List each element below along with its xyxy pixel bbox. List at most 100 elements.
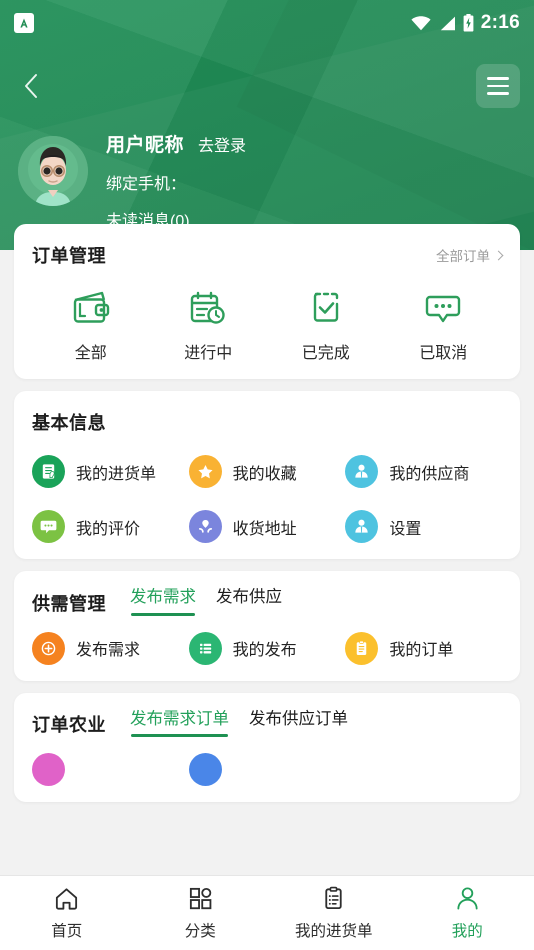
star-icon — [188, 455, 222, 488]
basic-item-label: 我的供应商 — [389, 465, 470, 483]
supply-demand-header: 供需管理 发布需求 发布供应 — [32, 589, 502, 616]
all-orders-label: 全部订单 — [436, 249, 490, 264]
basic-item-label: 我的进货单 — [76, 465, 157, 483]
order-status-completed-label: 已完成 — [301, 345, 350, 362]
supply-item-label: 我的发布 — [232, 642, 297, 659]
menu-button[interactable] — [476, 64, 520, 108]
basic-item-my-suppliers[interactable]: 我的供应商 — [345, 455, 502, 488]
hamburger-menu-icon-line2 — [487, 84, 509, 88]
status-bar-left — [14, 13, 34, 33]
grid-category-icon — [189, 887, 212, 910]
order-status-ongoing[interactable]: 进行中 — [150, 290, 268, 363]
agri-item-1[interactable] — [32, 753, 189, 786]
avatar[interactable] — [18, 136, 88, 206]
nav-item-category-label: 分类 — [184, 923, 216, 940]
nav-item-home[interactable]: 首页 — [0, 885, 134, 941]
go-login-link[interactable]: 去登录 — [198, 132, 246, 156]
app-screen: 2:16 用户昵称 去登录 绑定手机： 未读消息(0) 订单管理 全部订单 全部… — [0, 0, 534, 950]
settings-user-icon — [345, 510, 379, 543]
nav-item-my-purchase-list-label: 我的进货单 — [294, 923, 373, 940]
order-card-title: 订单管理 — [32, 246, 106, 266]
comment-icon — [32, 510, 65, 543]
order-status-all[interactable]: 全部 — [32, 290, 150, 363]
nav-item-mine-label: 我的 — [451, 923, 483, 940]
app-badge-icon — [14, 13, 34, 33]
supply-item-my-publications[interactable]: 我的发布 — [188, 631, 346, 665]
basic-item-shipping-address[interactable]: 收货地址 — [188, 510, 346, 543]
tab-supply-orders[interactable]: 发布供应订单 — [249, 710, 348, 738]
basic-item-settings[interactable]: 设置 — [345, 510, 502, 543]
order-agriculture-title: 订单农业 — [32, 715, 106, 735]
order-agriculture-card: 订单农业 发布需求订单 发布供应订单 — [14, 692, 520, 802]
supply-demand-card: 供需管理 发布需求 发布供应 发布需求 我的发布 我的订单 — [14, 571, 520, 681]
status-bar-clock: 2:16 — [480, 12, 520, 33]
order-status-cancelled-label: 已取消 — [419, 345, 468, 362]
basic-info-header: 基本信息 — [32, 409, 502, 435]
basic-item-my-purchase-list[interactable]: 我的进货单 — [32, 455, 189, 488]
chat-bubble-icon — [426, 295, 461, 323]
order-status-ongoing-label: 进行中 — [184, 345, 233, 362]
clipboard-icon — [345, 631, 379, 665]
check-square-icon — [313, 292, 338, 322]
basic-info-title: 基本信息 — [32, 413, 106, 433]
order-agriculture-header: 订单农业 发布需求订单 发布供应订单 — [32, 710, 502, 738]
content-scroll-area[interactable]: 订单管理 全部订单 全部 进行中 已完成 已取消 基本信息 我的进货单 我的收藏… — [0, 224, 534, 875]
unread-message-label[interactable]: 未读消息(0) — [106, 207, 246, 231]
order-status-cancelled[interactable]: 已取消 — [385, 290, 503, 363]
wifi-icon — [411, 15, 431, 30]
profile-block: 用户昵称 去登录 绑定手机： 未读消息(0) — [18, 128, 516, 231]
supply-item-publish-demand[interactable]: 发布需求 — [32, 631, 189, 665]
order-status-completed[interactable]: 已完成 — [267, 290, 385, 363]
nav-item-mine[interactable]: 我的 — [401, 885, 534, 941]
back-button[interactable] — [14, 69, 48, 103]
supply-demand-grid: 发布需求 我的发布 我的订单 — [32, 631, 502, 665]
tab-publish-supply[interactable]: 发布供应 — [216, 589, 282, 616]
clipboard-list-icon — [325, 886, 342, 910]
tab-publish-demand[interactable]: 发布需求 — [130, 589, 196, 616]
nickname-label: 用户昵称 — [106, 135, 185, 156]
plus-circle-icon — [32, 631, 65, 665]
hamburger-menu-icon-line3 — [487, 92, 509, 95]
hamburger-menu-icon — [487, 77, 509, 80]
basic-item-label: 我的评价 — [76, 520, 141, 538]
order-status-grid: 全部 进行中 已完成 已取消 — [32, 290, 502, 363]
home-icon — [56, 888, 78, 910]
nav-item-my-purchase-list[interactable]: 我的进货单 — [267, 885, 401, 941]
profile-name-row: 用户昵称 去登录 — [106, 130, 246, 157]
bottom-navigation-bar: 首页 分类 我的进货单 我的 — [0, 875, 534, 950]
chevron-left-icon — [25, 74, 37, 98]
basic-info-grid: 我的进货单 我的收藏 我的供应商 我的评价 收货地址 设置 — [32, 455, 502, 543]
order-management-card: 订单管理 全部订单 全部 进行中 已完成 已取消 — [14, 224, 520, 379]
status-bar: 2:16 — [0, 0, 534, 46]
user-avatar-icon — [18, 136, 88, 206]
supply-item-label: 发布需求 — [76, 642, 141, 659]
tab-demand-orders[interactable]: 发布需求订单 — [130, 710, 229, 738]
all-orders-link[interactable]: 全部订单 — [436, 245, 504, 265]
supply-demand-title: 供需管理 — [32, 593, 106, 614]
blue-circle-icon — [188, 753, 222, 786]
pink-circle-icon — [32, 753, 65, 786]
order-card-header: 订单管理 全部订单 — [32, 242, 504, 268]
address-hands-icon — [188, 510, 222, 543]
nav-item-category[interactable]: 分类 — [134, 885, 268, 941]
wallet-icon — [73, 291, 109, 323]
basic-item-my-favorites[interactable]: 我的收藏 — [188, 455, 346, 488]
basic-item-label: 设置 — [389, 520, 422, 538]
bind-phone-label: 绑定手机： — [106, 176, 187, 193]
supply-item-my-orders[interactable]: 我的订单 — [345, 631, 502, 665]
supplier-user-icon — [345, 455, 379, 488]
status-bar-right: 2:16 — [411, 12, 520, 34]
basic-info-card: 基本信息 我的进货单 我的收藏 我的供应商 我的评价 收货地址 设置 — [14, 391, 520, 559]
nav-item-home-label: 首页 — [51, 923, 83, 940]
chevron-right-icon — [493, 250, 504, 260]
cellular-signal-icon — [440, 16, 455, 30]
agri-item-2[interactable] — [188, 753, 346, 786]
list-lines-icon — [188, 631, 222, 665]
basic-item-label: 收货地址 — [232, 520, 297, 538]
purchase-list-icon — [32, 455, 65, 488]
profile-text: 用户昵称 去登录 绑定手机： 未读消息(0) — [106, 128, 246, 231]
basic-item-label: 我的收藏 — [232, 465, 297, 483]
supply-item-label: 我的订单 — [389, 642, 454, 659]
battery-charging-icon — [463, 14, 474, 32]
basic-item-my-reviews[interactable]: 我的评价 — [32, 510, 189, 543]
